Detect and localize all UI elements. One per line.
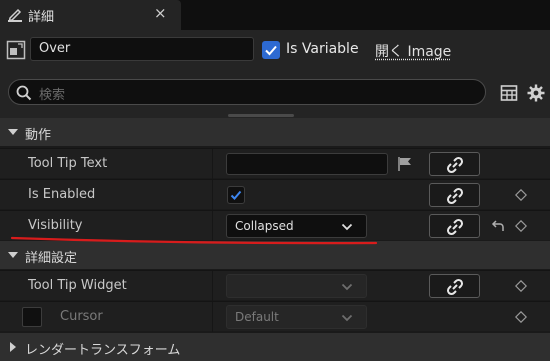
bind-button[interactable]: [429, 274, 480, 298]
property-row-is-enabled: Is Enabled: [0, 179, 550, 210]
open-image-link[interactable]: 開く Image: [375, 41, 451, 61]
visibility-dropdown[interactable]: Collapsed: [226, 214, 367, 238]
link-icon: [446, 187, 464, 205]
dropdown-value: Collapsed: [235, 219, 294, 233]
column-divider[interactable]: [212, 149, 213, 179]
bind-button[interactable]: [429, 183, 480, 207]
search-icon: [16, 85, 32, 101]
reset-to-default-icon[interactable]: [491, 219, 505, 233]
chevron-down-icon: [8, 252, 18, 258]
category-behavior[interactable]: 動作: [0, 118, 550, 146]
table-view-icon[interactable]: [500, 84, 518, 102]
chevron-down-icon: [8, 129, 18, 135]
bind-button[interactable]: [429, 214, 480, 238]
chevron-down-icon: [341, 223, 353, 231]
keyframe-diamond-icon[interactable]: [515, 280, 527, 292]
keyframe-diamond-icon[interactable]: [515, 220, 527, 232]
property-label: Tool Tip Text: [28, 156, 108, 171]
column-divider[interactable]: [212, 211, 213, 241]
is-enabled-checkbox[interactable]: [227, 186, 245, 204]
dropdown-value: Default: [235, 310, 279, 324]
property-row-cursor: Cursor Default: [0, 301, 550, 332]
localization-flag-icon[interactable]: [397, 156, 413, 172]
link-icon: [446, 156, 464, 174]
property-row-tool-tip-widget: Tool Tip Widget: [0, 270, 550, 301]
pencil-icon: [8, 8, 22, 22]
link-icon: [446, 278, 464, 296]
close-icon[interactable]: ×: [154, 4, 167, 22]
link-icon: [446, 218, 464, 236]
chevron-right-icon: [10, 342, 16, 352]
keyframe-diamond-icon[interactable]: [515, 189, 527, 201]
tab-details[interactable]: 詳細 ×: [0, 0, 181, 30]
tool-tip-widget-dropdown[interactable]: [226, 274, 367, 298]
checkmark-icon: [230, 190, 242, 200]
tab-title: 詳細: [28, 10, 55, 25]
is-variable-checkbox[interactable]: [262, 41, 280, 59]
tool-tip-text-input[interactable]: [226, 153, 388, 175]
widget-icon: [6, 40, 26, 60]
column-divider[interactable]: [212, 180, 213, 210]
property-label: Visibility: [28, 218, 83, 233]
property-label: Cursor: [60, 309, 103, 324]
category-label: 動作: [25, 128, 52, 143]
tab-bar: 詳細 ×: [0, 0, 550, 30]
property-row-visibility: Visibility Collapsed: [0, 210, 550, 241]
search-bar: 検索: [0, 72, 550, 118]
property-label: Tool Tip Widget: [28, 278, 127, 293]
category-label: 詳細設定: [25, 251, 78, 266]
keyframe-diamond-icon[interactable]: [515, 311, 527, 323]
property-label: Is Enabled: [28, 187, 96, 202]
property-row-tool-tip-text: Tool Tip Text: [0, 148, 550, 179]
category-label: レンダートランスフォーム: [25, 343, 181, 358]
category-render-transform[interactable]: レンダートランスフォーム: [0, 333, 550, 361]
search-placeholder: 検索: [39, 88, 66, 103]
gear-icon[interactable]: [526, 83, 546, 103]
is-variable-label: Is Variable: [286, 41, 359, 57]
widget-name-input[interactable]: Over: [30, 37, 254, 61]
widget-name-bar: Over Is Variable 開く Image: [0, 30, 550, 72]
bind-button[interactable]: [429, 152, 480, 176]
category-advanced[interactable]: 詳細設定: [0, 241, 550, 269]
column-divider[interactable]: [212, 271, 213, 301]
cursor-override-checkbox[interactable]: [22, 307, 42, 327]
column-divider[interactable]: [212, 302, 213, 332]
search-input[interactable]: 検索: [8, 79, 486, 105]
checkmark-icon: [265, 45, 277, 56]
scroll-grip[interactable]: [228, 114, 294, 117]
chevron-down-icon: [341, 314, 353, 322]
cursor-dropdown[interactable]: Default: [226, 305, 367, 329]
chevron-down-icon: [341, 283, 353, 291]
